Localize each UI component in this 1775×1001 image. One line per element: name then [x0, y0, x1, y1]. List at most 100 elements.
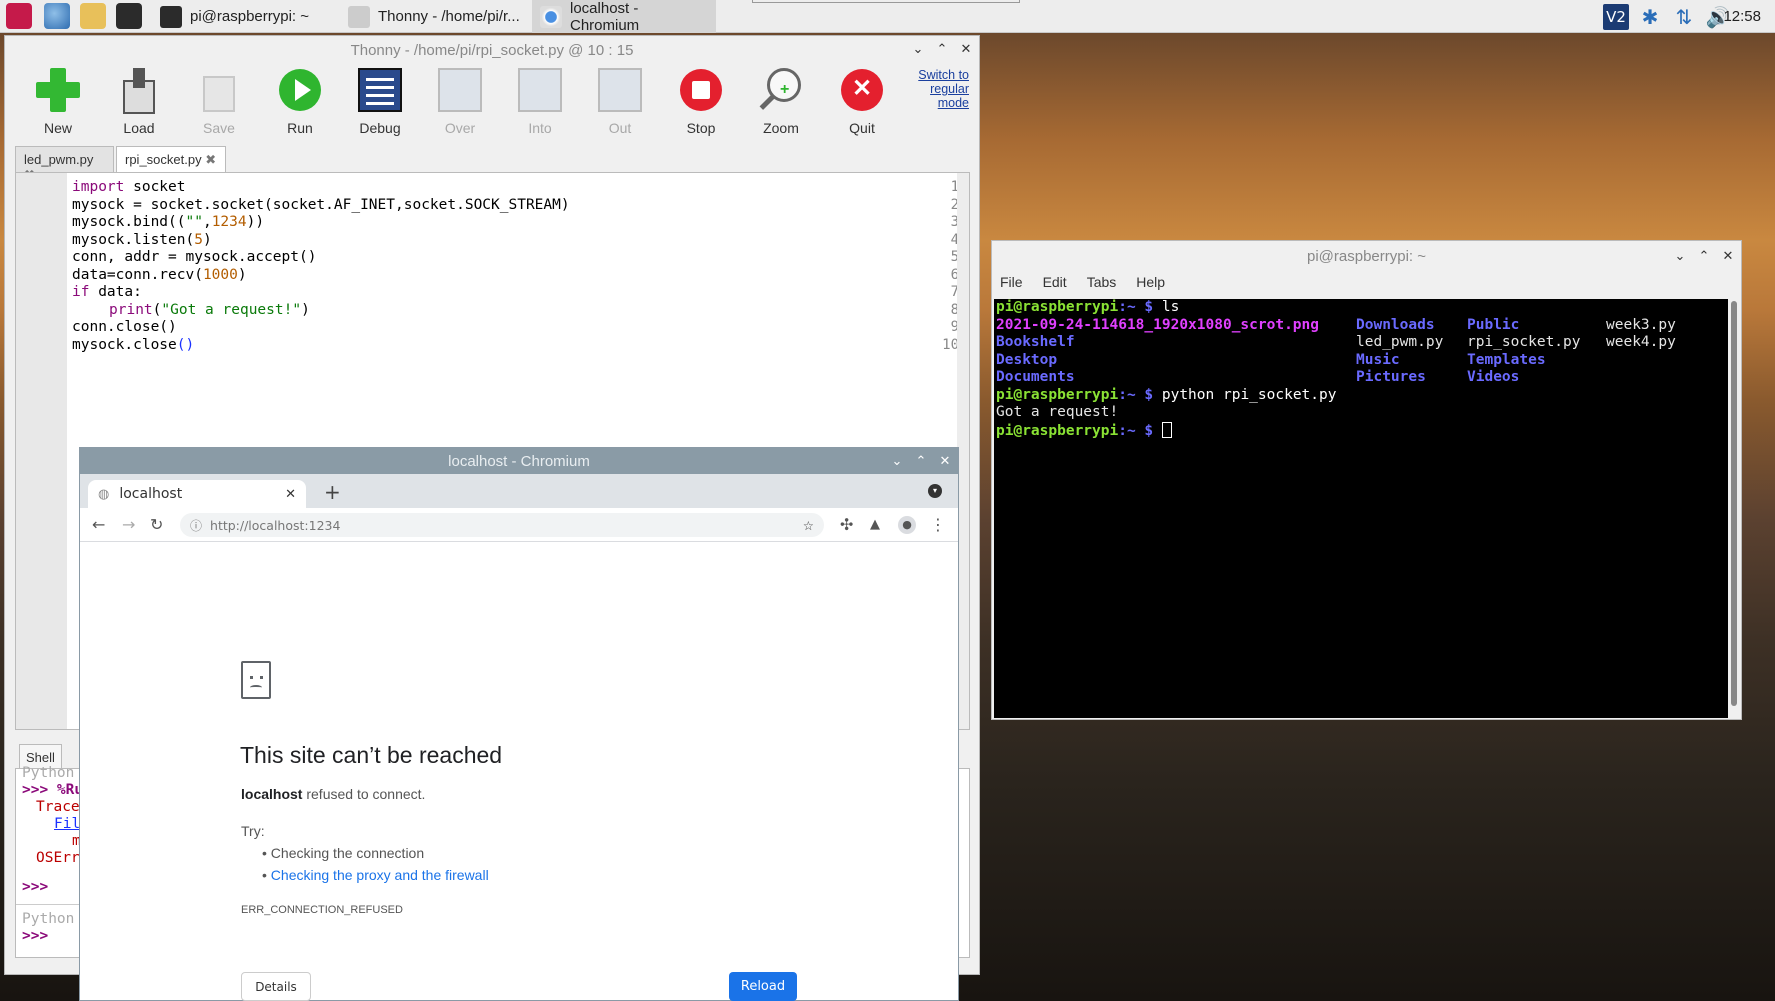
- menu-help[interactable]: Help: [1136, 274, 1165, 290]
- run-button[interactable]: Run: [270, 66, 330, 136]
- window-title: localhost - Chromium: [448, 452, 590, 470]
- back-icon[interactable]: ←: [92, 515, 105, 534]
- ls-entry: week3.py: [1606, 316, 1676, 333]
- details-button[interactable]: Details: [241, 972, 311, 1001]
- taskbar: pi@raspberrypi: ~ Thonny - /home/pi/r...…: [0, 0, 1775, 34]
- close-icon[interactable]: ✕: [1721, 248, 1735, 264]
- close-tab-icon[interactable]: ✖: [202, 152, 216, 167]
- minimize-icon[interactable]: ⌄: [911, 41, 925, 57]
- reload-icon[interactable]: ↻: [150, 515, 163, 534]
- task-chromium[interactable]: localhost - Chromium: [532, 0, 716, 34]
- load-icon: [115, 66, 163, 114]
- tool-label: Into: [528, 120, 552, 136]
- suggestion-item: • Checking the connection: [262, 845, 425, 861]
- browser-icon[interactable]: [44, 3, 70, 29]
- browser-tab[interactable]: ◍ localhost ✕: [88, 480, 306, 508]
- terminal-output[interactable]: pi@raspberrypi:~ $ ls 2021-09-24-114618_…: [994, 299, 1728, 718]
- save-button[interactable]: Save: [189, 66, 249, 136]
- ls-entry: 2021-09-24-114618_1920x1080_scrot.png: [996, 316, 1320, 333]
- tool-label: Debug: [359, 120, 401, 136]
- maximize-icon[interactable]: ⌃: [935, 41, 949, 57]
- close-icon[interactable]: ✕: [938, 453, 952, 469]
- network-icon[interactable]: ⇅: [1671, 4, 1697, 30]
- save-icon: [195, 66, 243, 114]
- profile-icon[interactable]: ●: [898, 516, 916, 534]
- desktop-switcher[interactable]: [752, 0, 1020, 3]
- quit-button[interactable]: ✕ Quit: [832, 66, 892, 136]
- zoom-icon: +: [757, 66, 805, 114]
- file-manager-icon[interactable]: [80, 3, 106, 29]
- account-sync-icon[interactable]: ▲: [870, 517, 880, 532]
- ls-entry: led_pwm.py: [1356, 334, 1444, 350]
- zoom-button[interactable]: + Zoom: [751, 66, 811, 136]
- menu-edit[interactable]: Edit: [1043, 274, 1067, 290]
- load-button[interactable]: Load: [109, 66, 169, 136]
- minimize-icon[interactable]: ⌄: [1673, 248, 1687, 264]
- terminal-window: pi@raspberrypi: ~ ⌄ ⌃ ✕ File Edit Tabs H…: [991, 240, 1742, 720]
- vnc-icon[interactable]: V2: [1603, 4, 1629, 30]
- terminal-line: Got a request!: [996, 404, 1119, 420]
- ls-entry: Pictures: [1356, 369, 1426, 385]
- terminal-scrollbar[interactable]: [1731, 301, 1737, 706]
- close-icon[interactable]: ✕: [959, 41, 973, 57]
- maximize-icon[interactable]: ⌃: [1697, 248, 1711, 264]
- thonny-icon: [348, 5, 370, 28]
- bluetooth-icon[interactable]: ✱: [1637, 4, 1663, 30]
- suggestion-link[interactable]: • Checking the proxy and the firewall: [262, 867, 489, 883]
- extensions-icon[interactable]: ✣: [840, 515, 853, 534]
- tab-rpi-socket[interactable]: rpi_socket.py ✖: [116, 146, 226, 173]
- task-label: localhost - Chromium: [570, 0, 640, 34]
- code-line: conn, addr = mysock.accept(): [72, 249, 317, 265]
- code-line: if data:: [72, 284, 142, 300]
- step-over-button[interactable]: Over: [430, 66, 490, 136]
- shell-line[interactable]: Fil: [54, 816, 80, 832]
- tool-label: Quit: [849, 120, 875, 136]
- debug-button[interactable]: Debug: [350, 66, 410, 136]
- tool-label: Run: [287, 120, 313, 136]
- address-bar[interactable]: ⓘ http://localhost:1234 ☆: [180, 513, 824, 537]
- minimize-icon[interactable]: ⌄: [890, 453, 904, 469]
- shell-line: OSErr: [36, 850, 80, 866]
- reload-button[interactable]: Reload: [729, 972, 797, 1001]
- menu-file[interactable]: File: [1000, 274, 1023, 290]
- chromium-icon: [540, 5, 562, 28]
- tool-label: Save: [203, 120, 235, 136]
- sad-page-icon: [241, 661, 271, 699]
- menu-tabs[interactable]: Tabs: [1087, 274, 1117, 290]
- ls-entry: Desktop: [996, 351, 1058, 368]
- raspberry-menu-icon[interactable]: [6, 3, 32, 29]
- forward-icon[interactable]: →: [122, 515, 135, 534]
- browser-toolbar: ← → ↻ ⓘ http://localhost:1234 ☆ ✣ ▲ ● ⋮: [80, 508, 958, 542]
- quit-icon: ✕: [838, 66, 886, 114]
- step-out-button[interactable]: Out: [590, 66, 650, 136]
- new-tab-icon[interactable]: +: [324, 480, 341, 504]
- stop-button[interactable]: Stop: [671, 66, 731, 136]
- menu-icon[interactable]: ⋮: [930, 515, 946, 534]
- bookmark-star-icon[interactable]: ☆: [803, 518, 814, 533]
- terminal-icon: [160, 5, 182, 28]
- step-into-icon: [516, 66, 564, 114]
- step-into-button[interactable]: Into: [510, 66, 570, 136]
- tab-search-icon[interactable]: ▾: [928, 484, 942, 498]
- ls-entry: rpi_socket.py: [1467, 334, 1581, 350]
- error-message: localhost refused to connect.: [241, 786, 426, 802]
- chromium-titlebar: localhost - Chromium ⌄ ⌃ ✕: [80, 448, 958, 474]
- maximize-icon[interactable]: ⌃: [914, 453, 928, 469]
- task-thonny[interactable]: Thonny - /home/pi/r...: [340, 0, 530, 33]
- new-button[interactable]: New: [28, 66, 88, 136]
- ls-entry: Templates: [1467, 351, 1546, 368]
- ls-entry: week4.py: [1606, 334, 1676, 350]
- switch-mode-link[interactable]: Switch to regular mode: [905, 68, 969, 110]
- terminal-launcher-icon[interactable]: [116, 3, 142, 29]
- shell-line: Python: [22, 911, 75, 927]
- tab-led-pwm[interactable]: led_pwm.py ✖: [15, 146, 114, 182]
- shell-prompt: >>>: [22, 879, 49, 895]
- code-line: data=conn.recv(1000): [72, 266, 247, 283]
- close-tab-icon[interactable]: ✕: [285, 487, 296, 502]
- task-terminal[interactable]: pi@raspberrypi: ~: [152, 0, 338, 33]
- terminal-titlebar: pi@raspberrypi: ~ ⌄ ⌃ ✕: [992, 241, 1741, 271]
- error-title: This site can’t be reached: [240, 742, 503, 768]
- ls-entry: Documents: [996, 369, 1075, 385]
- new-icon: [34, 66, 82, 114]
- error-code: ERR_CONNECTION_REFUSED: [241, 904, 403, 916]
